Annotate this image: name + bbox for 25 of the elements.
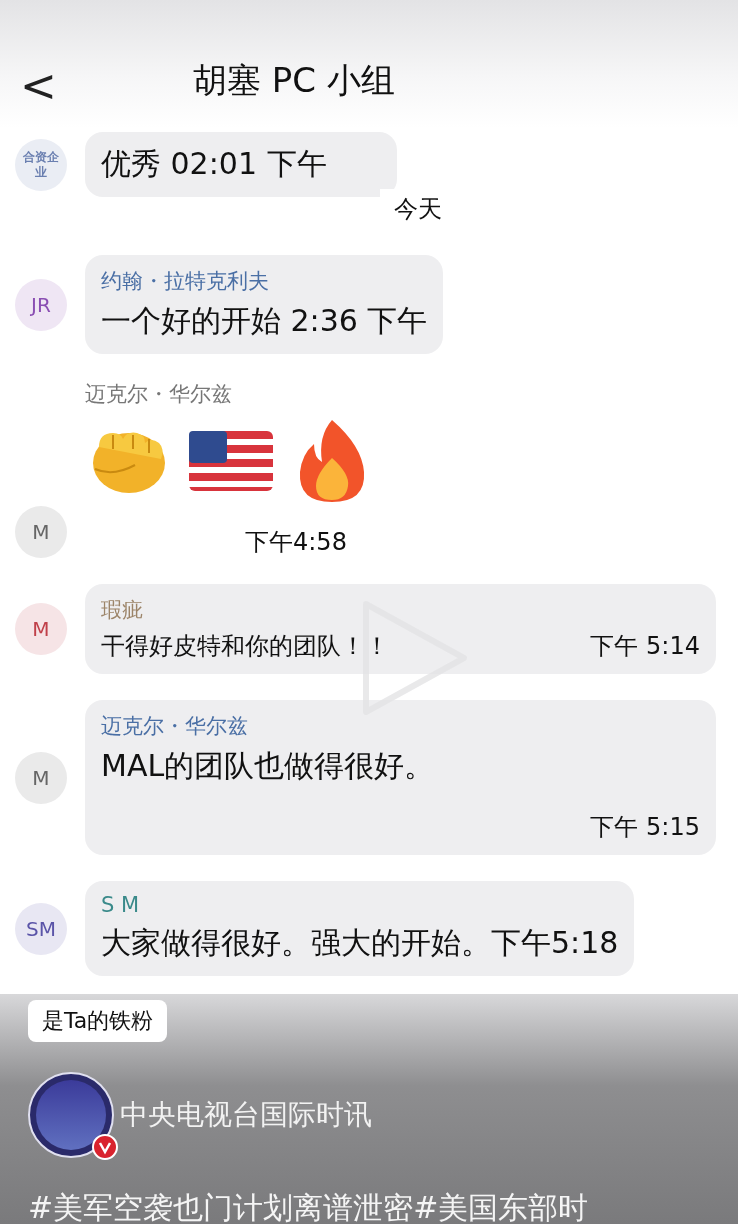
chat-title: 胡塞 PC 小组 xyxy=(192,59,395,102)
sender-name: 约翰・拉特克利夫 xyxy=(101,268,270,295)
message-time: 下午 5:15 xyxy=(590,812,700,843)
message-text: 大家做得很好。强大的开始。下午5:18 xyxy=(101,924,619,962)
message-text: 一个好的开始 2:36 下午 xyxy=(101,302,428,340)
avatar: 合资企业 xyxy=(15,138,67,191)
message-text: MAL的团队也做得很好。 xyxy=(101,747,436,785)
sender-name: 迈克尔・华尔兹 xyxy=(85,381,233,408)
avatar: M xyxy=(15,751,67,804)
message-text: 优秀 02:01 下午 xyxy=(101,145,327,183)
photo-placeholder xyxy=(36,1080,106,1150)
back-button[interactable]: < xyxy=(14,64,63,108)
message-time: 下午4:58 xyxy=(245,527,348,558)
sender-name: 瑕疵 xyxy=(101,597,144,624)
flag-icon xyxy=(189,431,273,491)
sender-name: S M xyxy=(101,893,141,917)
avatar: SM xyxy=(15,902,67,955)
avatar: M xyxy=(15,506,67,558)
avatar: JR xyxy=(15,278,67,331)
hashtag-text[interactable]: #美军空袭也门计划离谱泄密#美国东部时 xyxy=(28,1188,589,1224)
message-time: 下午 5:14 xyxy=(590,631,700,662)
avatar: M xyxy=(15,603,67,655)
sender-name: 迈克尔・华尔兹 xyxy=(101,713,249,740)
fan-tag[interactable]: 是Ta的铁粉 xyxy=(28,1000,168,1042)
message-text: 干得好皮特和你的团队！！ xyxy=(101,631,389,662)
